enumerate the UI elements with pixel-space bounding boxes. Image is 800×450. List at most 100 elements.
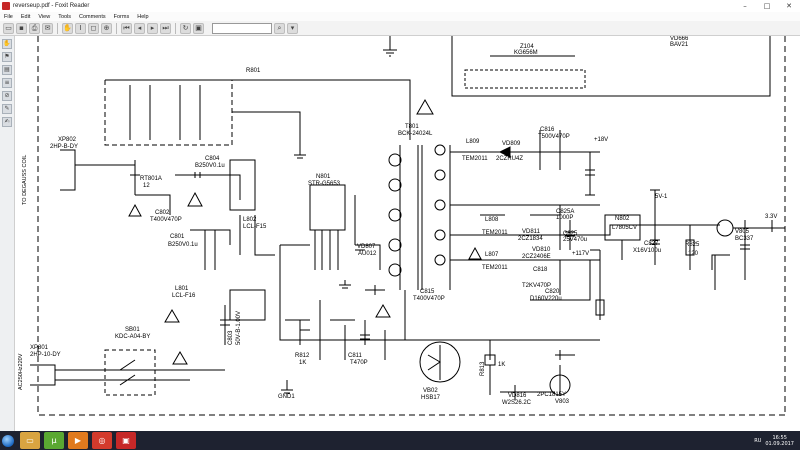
n801-val: STR-G5653 — [308, 181, 341, 187]
r801-label: R801 — [246, 68, 261, 74]
print-icon[interactable]: ⎙ — [29, 22, 40, 34]
next-page-icon[interactable]: ▸ — [147, 22, 158, 34]
start-button[interactable] — [0, 431, 16, 450]
r825-val: 120 — [688, 251, 699, 257]
prev-page-icon[interactable]: ◂ — [134, 22, 145, 34]
search-icon[interactable]: ⌕ — [274, 22, 285, 34]
c802-label: C802 — [155, 210, 170, 216]
c803-val: 50V-B-1.00V — [236, 311, 242, 345]
menu-comments[interactable]: Comments — [75, 14, 110, 20]
c816-val: T500V470P — [538, 134, 570, 140]
vd810-val: 2CZ2406E — [522, 254, 551, 260]
clock-date: 01.09.2017 — [765, 440, 794, 447]
chrome-icon[interactable]: ◎ — [92, 432, 112, 449]
clock[interactable]: 16:55 01.09.2017 — [765, 435, 794, 447]
menu-file[interactable]: File — [0, 14, 17, 20]
l808-label: L808 — [485, 217, 499, 223]
search-input[interactable] — [212, 22, 272, 34]
v18-label: +18V — [594, 137, 608, 143]
menu-view[interactable]: View — [34, 14, 54, 20]
hand-tool-icon[interactable]: ✋ — [2, 39, 12, 49]
r825-label: R825 — [685, 242, 700, 248]
pages-icon[interactable]: ▤ — [2, 65, 12, 75]
r813-label: R813 — [480, 361, 486, 376]
schematic-diagram: TO DEGAUSS COIL XP802 2HP-B-DY RT801A 12… — [18, 36, 786, 416]
taskbar: ▭ µ ▶ ◎ ▣ RU 16:55 01.09.2017 — [0, 431, 800, 450]
xp802-label: XP802 — [58, 137, 77, 143]
l807-label: L807 — [485, 252, 499, 258]
v805-val: BC337 — [735, 236, 754, 242]
degauss-coil-label: TO DEGAUSS COIL — [22, 155, 28, 205]
c825a-val: 1000P — [556, 215, 573, 221]
z104-val: KG656M — [514, 50, 538, 56]
email-icon[interactable]: ✉ — [42, 22, 53, 34]
v805-label: V805 — [735, 229, 750, 235]
rotate-icon[interactable]: ↻ — [180, 22, 191, 34]
foxit-taskbar-icon[interactable]: ▣ — [116, 432, 136, 449]
torrent-icon[interactable]: µ — [44, 432, 64, 449]
vd811-val: 2CZ1834 — [518, 236, 543, 242]
document-view[interactable]: TO DEGAUSS COIL XP802 2HP-B-DY RT801A 12… — [15, 36, 800, 431]
n801-label: N801 — [316, 174, 331, 180]
c804-val: B250V0.1u — [195, 163, 225, 169]
layers-icon[interactable]: ≡ — [2, 78, 12, 88]
v33-label: 3.3V — [765, 214, 777, 220]
menu-tools[interactable]: Tools — [54, 14, 75, 20]
windows-logo-icon — [2, 434, 14, 447]
hand-tool-icon[interactable]: ✋ — [62, 22, 73, 34]
c802-val: T400V470P — [150, 217, 182, 223]
language-indicator[interactable]: RU — [754, 438, 761, 444]
navigation-panel: ✋ ⚑ ▤ ≡ ⊘ ✎ ✍ — [0, 36, 15, 431]
r813-val: 1K — [498, 362, 505, 368]
first-page-icon[interactable]: ⏮ — [121, 22, 132, 34]
maximize-button[interactable]: □ — [756, 0, 778, 12]
options-icon[interactable]: ▾ — [287, 22, 298, 34]
select-text-icon[interactable]: I — [75, 22, 86, 34]
menu-edit[interactable]: Edit — [17, 14, 34, 20]
c811-label: C811 — [348, 353, 363, 359]
c820-val: D160V220u — [530, 296, 562, 302]
vd816-label: VD816 — [508, 393, 527, 399]
l808-val: TEM2011 — [482, 230, 508, 236]
vb02-val: HSB17 — [421, 395, 441, 401]
n802-label: N802 — [615, 216, 630, 222]
xp801-sub: 2HP-10-DY — [30, 352, 61, 358]
attachment-icon[interactable]: ⊘ — [2, 91, 12, 101]
v803-label: V803 — [555, 399, 570, 405]
n802-val: L7805CV — [612, 225, 637, 231]
l809-val: TEM2011 — [462, 156, 488, 162]
last-page-icon[interactable]: ⏭ — [160, 22, 171, 34]
c801-val: B250V0.1u — [168, 242, 198, 248]
menu-forms[interactable]: Forms — [110, 14, 134, 20]
vd809-val: 2CZRU4Z — [496, 156, 523, 162]
minimize-button[interactable]: – — [734, 0, 756, 12]
sb01-label: SB01 — [125, 327, 140, 333]
zoom-icon[interactable]: ⊕ — [101, 22, 112, 34]
t801-label: T801 — [405, 124, 419, 130]
vd807-label: VD807 — [357, 244, 376, 250]
vd809-label: VD809 — [502, 141, 521, 147]
close-button[interactable]: ✕ — [778, 0, 800, 12]
explorer-icon[interactable]: ▭ — [20, 432, 40, 449]
fit-page-icon[interactable]: ▣ — [193, 22, 204, 34]
l802-val: LCL-F15 — [243, 224, 267, 230]
c825-val: 25V470u — [563, 237, 587, 243]
comments-icon[interactable]: ✎ — [2, 104, 12, 114]
c815-val: T400V470P — [413, 296, 445, 302]
media-player-icon[interactable]: ▶ — [68, 432, 88, 449]
save-icon[interactable]: ▪ — [16, 22, 27, 34]
window-controls: – □ ✕ — [734, 0, 800, 12]
menu-help[interactable]: Help — [133, 14, 152, 20]
v803-val: 2PC1815Y — [537, 392, 566, 398]
gnd1-label: GND1 — [278, 394, 295, 400]
c804-label: C804 — [205, 156, 220, 162]
c811-val: T470P — [350, 360, 368, 366]
signature-icon[interactable]: ✍ — [2, 117, 12, 127]
r812-label: R812 — [295, 353, 310, 359]
open-icon[interactable]: ▭ — [3, 22, 14, 34]
snapshot-icon[interactable]: ◻ — [88, 22, 99, 34]
l801-label: L801 — [175, 286, 189, 292]
toolbar: ▭ ▪ ⎙ ✉ ✋ I ◻ ⊕ ⏮ ◂ ▸ ⏭ ↻ ▣ ⌕ ▾ — [0, 21, 800, 36]
bookmark-icon[interactable]: ⚑ — [2, 52, 12, 62]
t801-val: BCK-24024L — [398, 131, 433, 137]
